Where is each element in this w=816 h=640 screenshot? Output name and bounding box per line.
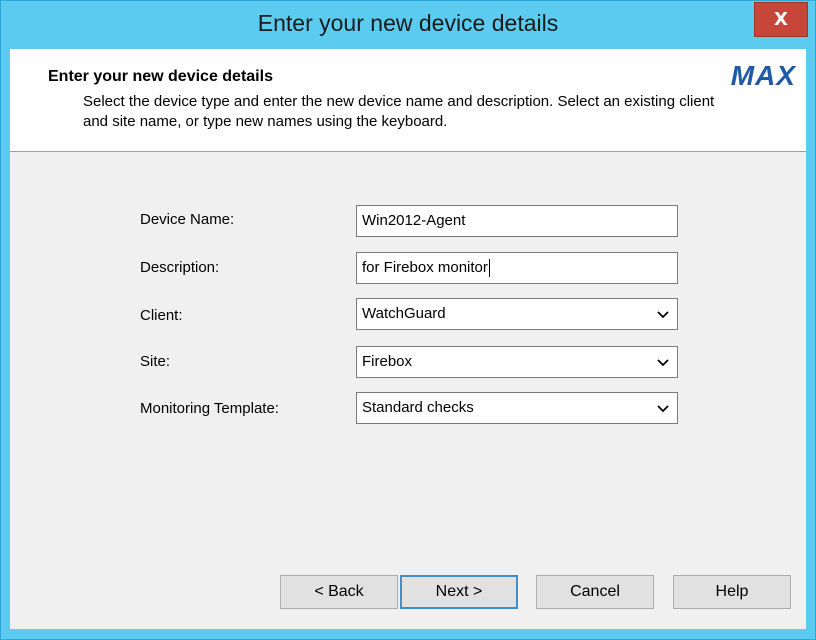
cancel-button[interactable]: Cancel [536,575,654,609]
back-button[interactable]: < Back [280,575,398,609]
header-description: Select the device type and enter the new… [83,93,715,130]
monitoring-template-value: Standard checks [362,399,474,416]
chevron-down-icon[interactable] [657,358,669,368]
window-title: Enter your new device details [257,10,559,36]
close-button[interactable]: X [754,2,808,37]
wizard-header: Enter your new device details Select the… [10,49,806,152]
device-name-input[interactable]: Win2012-Agent [356,205,678,237]
chevron-down-icon[interactable] [657,404,669,414]
text-cursor [488,259,490,278]
chevron-down-icon[interactable] [657,310,669,320]
max-logo: MAX [730,60,796,91]
monitoring-template-label: Monitoring Template: [140,400,279,417]
close-icon: X [774,9,788,30]
dialog-content: Enter your new device details Select the… [10,49,806,629]
description-label: Description: [140,259,220,276]
device-name-label: Device Name: [140,211,235,228]
title-bar[interactable]: Enter your new device details X [1,1,815,49]
client-value: WatchGuard [362,305,446,322]
description-input[interactable]: for Firebox monitor [356,252,678,284]
monitoring-template-select[interactable]: Standard checks [356,392,678,424]
description-value: for Firebox monitor [362,259,488,276]
dialog-window: Enter your new device details X Enter yo… [0,0,816,640]
site-value: Firebox [362,353,413,370]
next-button[interactable]: Next > [400,575,518,609]
site-label: Site: [140,353,171,370]
site-select[interactable]: Firebox [356,346,678,378]
client-label: Client: [140,307,183,324]
device-name-value: Win2012-Agent [362,212,466,229]
help-button[interactable]: Help [673,575,791,609]
header-title: Enter your new device details [48,68,273,85]
client-select[interactable]: WatchGuard [356,298,678,330]
